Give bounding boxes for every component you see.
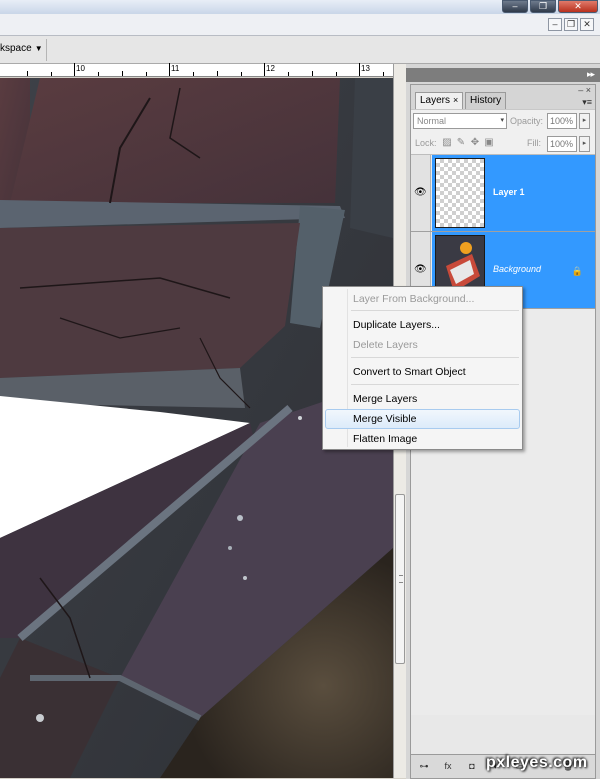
menu-separator [351, 384, 519, 385]
restore-button[interactable]: ❐ [530, 0, 556, 13]
layer-context-menu: Layer From Background... Duplicate Layer… [322, 286, 523, 450]
ruler-tick [241, 72, 242, 76]
opacity-slider-button[interactable]: ▸ [579, 113, 590, 129]
menu-item-delete-layers[interactable]: Delete Layers [325, 335, 520, 355]
opacity-field[interactable]: 100% [547, 113, 577, 129]
link-icon[interactable]: ⊶ [417, 760, 431, 772]
ruler-tick [336, 72, 337, 76]
ruler-label: 11 [171, 64, 180, 73]
menu-item-layer-from-background[interactable]: Layer From Background... [325, 289, 520, 309]
fill-label: Fill: [527, 138, 541, 148]
scrollbar-thumb[interactable] [395, 494, 405, 664]
doc-close-button[interactable]: ✕ [580, 18, 594, 31]
blend-mode-value: Normal [417, 116, 447, 126]
separator [46, 39, 47, 61]
ruler-tick [359, 63, 360, 76]
layer-row-layer-1[interactable]: 👁 Layer 1 [411, 155, 595, 232]
tab-layers[interactable]: Layers × [415, 92, 464, 109]
ruler-tick [169, 63, 170, 76]
lock-transparency-icon[interactable]: ▨ [441, 137, 453, 149]
tab-history[interactable]: History [465, 92, 507, 109]
ruler-label: 12 [266, 64, 275, 73]
ruler-tick [217, 71, 218, 76]
panel-header: ‒ × Layers × History ▾≡ [411, 85, 595, 109]
workspace-dropdown[interactable]: kspace ▼ [0, 43, 43, 54]
blend-mode-select[interactable]: Normal ▾ [413, 113, 507, 129]
close-button[interactable]: ✕ [558, 0, 598, 13]
ruler-tick [383, 72, 384, 76]
ruler-tick [288, 72, 289, 76]
site-watermark: pxleyes.com [486, 754, 588, 771]
layer-name[interactable]: Background [493, 264, 541, 274]
menu-separator [351, 357, 519, 358]
blend-row: Normal ▾ Opacity: 100% ▸ [411, 109, 595, 133]
lock-row: Lock: ▨ ✎ ✥ ▣ Fill: 100% ▸ [411, 133, 595, 155]
eye-icon: 👁 [414, 187, 427, 198]
title-bar: ‒ ❐ ✕ [0, 0, 600, 14]
visibility-toggle[interactable]: 👁 [411, 155, 431, 231]
grip-icon [399, 575, 403, 583]
panel-menu-icon[interactable]: ▾≡ [582, 97, 592, 108]
fill-field[interactable]: 100% [547, 136, 577, 152]
tab-label: Layers [420, 95, 451, 106]
ruler-tick [312, 71, 313, 76]
ruler-label: 10 [76, 64, 85, 73]
panel-window-controls[interactable]: ‒ × [578, 85, 591, 95]
fx-icon[interactable]: fx [441, 760, 455, 772]
fill-slider-button[interactable]: ▸ [579, 136, 590, 152]
ruler-tick [146, 72, 147, 76]
lock-pixels-icon[interactable]: ✎ [455, 137, 467, 149]
lock-position-icon[interactable]: ✥ [469, 137, 481, 149]
chevron-down-icon: ▾ [500, 117, 504, 124]
chevron-down-icon: ▼ [34, 44, 43, 53]
menu-item-merge-layers[interactable]: Merge Layers [325, 389, 520, 409]
window-controls: ‒ ❐ ✕ [502, 0, 598, 13]
ruler-tick [98, 72, 99, 76]
lock-icon: 🔒 [571, 266, 583, 276]
lock-all-icon[interactable]: ▣ [483, 137, 495, 149]
menu-item-convert-to-smart-object[interactable]: Convert to Smart Object [325, 362, 520, 382]
ruler-tick [27, 71, 28, 76]
opacity-label: Opacity: [510, 116, 544, 126]
layer-name[interactable]: Layer 1 [493, 187, 525, 197]
ruler-label: 13 [361, 64, 370, 73]
layer-thumbnail [435, 158, 485, 228]
menu-item-duplicate-layers[interactable]: Duplicate Layers... [325, 315, 520, 335]
ruler-tick [193, 72, 194, 76]
doc-restore-button[interactable]: ❐ [564, 18, 578, 31]
ruler-tick [74, 63, 75, 76]
workspace-label: kspace [0, 43, 32, 54]
photoshop-window: ‒ ❐ ✕ ‒ ❐ ✕ kspace ▼ 10 11 12 13 ▸▸ ‒ × … [0, 0, 600, 779]
lock-label: Lock: [415, 138, 437, 148]
ruler-tick [122, 71, 123, 76]
menu-item-flatten-image[interactable]: Flatten Image [325, 429, 520, 449]
collapse-icon[interactable]: ▸▸ [587, 69, 595, 80]
doc-minimize-button[interactable]: ‒ [548, 18, 562, 31]
menu-separator [351, 310, 519, 311]
horizontal-ruler[interactable]: 10 11 12 13 [0, 63, 393, 77]
menu-strip: ‒ ❐ ✕ [0, 14, 600, 36]
tab-label: History [470, 95, 502, 106]
ruler-tick [51, 72, 52, 76]
options-bar: kspace ▼ [0, 36, 600, 64]
minimize-button[interactable]: ‒ [502, 0, 528, 13]
mask-icon[interactable]: ◘ [465, 760, 479, 772]
close-icon[interactable]: × [453, 95, 458, 105]
ruler-tick [264, 63, 265, 76]
eye-icon: 👁 [414, 264, 427, 275]
menu-item-merge-visible[interactable]: Merge Visible [325, 409, 520, 429]
document-controls: ‒ ❐ ✕ [548, 18, 594, 31]
dock-header: ▸▸ [406, 68, 600, 82]
